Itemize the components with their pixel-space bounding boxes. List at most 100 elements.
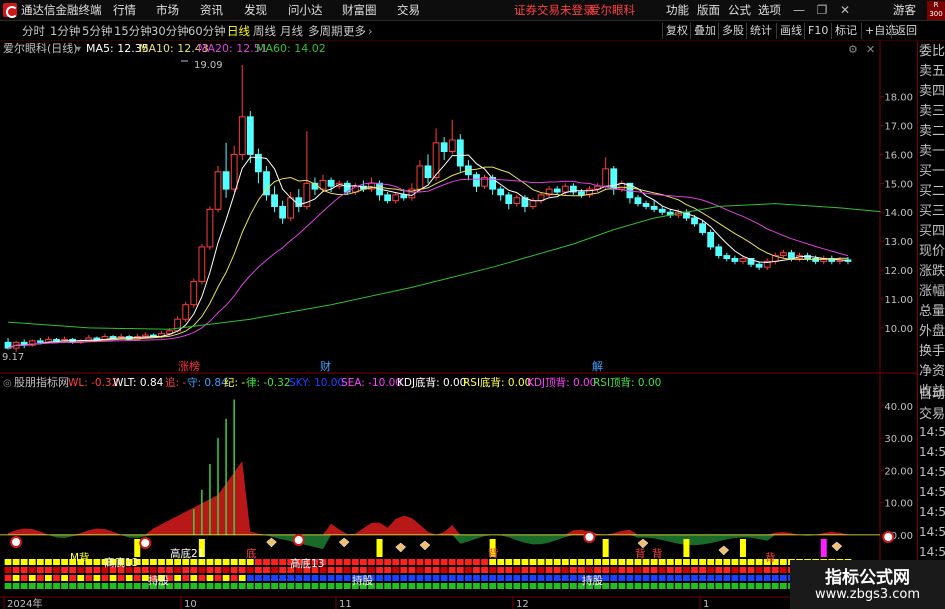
signal-cell — [432, 575, 440, 581]
signal-cell — [20, 583, 28, 589]
buy-plus-icon — [139, 537, 152, 549]
signal-cell — [384, 575, 392, 581]
btn-diejia[interactable]: 叠加 — [690, 23, 719, 39]
signal-cell — [408, 583, 416, 589]
signal-cell — [93, 583, 101, 589]
signal-column — [739, 539, 746, 557]
menu-banmian[interactable]: 版面 — [697, 0, 720, 21]
marker-cai[interactable]: 财 — [320, 359, 331, 373]
period-multi[interactable]: 多周期 — [308, 21, 343, 41]
chevron-down-icon[interactable]: ▾ — [76, 44, 81, 55]
signal-cell — [263, 567, 270, 573]
menu-jiaoyi[interactable]: 交易 — [397, 0, 420, 21]
title-bar: 通达信金融终端 行情 市场 资讯 发现 问小达 财富圈 交易 证券交易未登录 爱… — [0, 0, 945, 21]
marker-zhangbang[interactable]: 涨榜 — [178, 359, 200, 373]
btn-biaoji[interactable]: 标记 — [831, 23, 860, 39]
period-daily[interactable]: 日线 — [227, 21, 250, 41]
btn-back[interactable]: 返回 — [891, 23, 920, 39]
signal-cell — [93, 567, 101, 573]
chevron-right-icon[interactable]: › — [368, 21, 373, 41]
trade-status[interactable]: 证券交易未登录 — [514, 0, 595, 21]
menu-zixun[interactable]: 资讯 — [200, 0, 223, 21]
btn-duogu[interactable]: 多股 — [718, 23, 747, 39]
signal-cell — [400, 583, 408, 589]
candle-body — [424, 165, 432, 179]
period-5min[interactable]: 5分钟 — [82, 21, 112, 41]
signal-cell — [473, 559, 480, 565]
side-field-label: 外盘 — [919, 324, 945, 339]
chart-area[interactable]: 爱尔眼科(日线) ▾ MA5: 12.35 MA10: 12.43 MA20: … — [0, 41, 917, 609]
signal-cell — [190, 583, 198, 589]
period-weekly[interactable]: 周线 — [253, 21, 276, 41]
diamond-icon — [266, 537, 277, 548]
signal-cell — [440, 583, 448, 589]
candle-body — [529, 200, 537, 207]
btn-f10[interactable]: F10 — [804, 23, 831, 39]
user-label[interactable]: 游客 — [893, 0, 916, 21]
signal-cell — [384, 567, 392, 573]
candle-body — [141, 334, 149, 338]
candle-body — [650, 205, 658, 210]
price-tick-label: 12.00 — [884, 266, 913, 277]
signal-cell — [53, 567, 60, 573]
period-1min[interactable]: 1分钟 — [50, 21, 80, 41]
signal-cell — [327, 583, 335, 589]
menu-wenxiaoda[interactable]: 问小达 — [288, 0, 323, 21]
tick-time: 14:56 — [919, 485, 945, 499]
signal-cell — [45, 583, 52, 589]
close-pane-icon[interactable]: ✕ — [866, 43, 875, 56]
signal-cell — [658, 575, 666, 581]
side-field-label: 买一 — [919, 164, 945, 179]
period-60min[interactable]: 60分钟 — [188, 21, 226, 41]
signal-cell — [69, 567, 77, 573]
signal-cell — [384, 559, 392, 565]
settings-gear-icon[interactable]: ⚙ — [848, 43, 858, 56]
btn-huaxian[interactable]: 画线 — [776, 23, 805, 39]
side-tab-label[interactable]: 自动 — [919, 384, 945, 405]
signal-cell — [246, 575, 254, 581]
signal-cell — [731, 559, 739, 565]
signal-cell — [481, 575, 488, 581]
signal-cell — [263, 583, 270, 589]
signal-cell — [715, 575, 723, 581]
menu-hangqing[interactable]: 行情 — [113, 0, 136, 21]
minimize-icon[interactable]: — — [790, 2, 808, 19]
close-icon[interactable]: ✕ — [836, 2, 854, 19]
period-more[interactable]: 更多 — [343, 21, 366, 41]
kline-chart[interactable]: 爱尔眼科(日线) ▾ MA5: 12.35 MA10: 12.43 MA20: … — [0, 41, 917, 609]
indicator-toggle-icon[interactable]: ◎ — [3, 378, 12, 389]
period-monthly[interactable]: 月线 — [280, 21, 303, 41]
signal-cell — [456, 559, 464, 565]
signal-cell — [448, 567, 456, 573]
btn-tongji[interactable]: 统计 — [746, 23, 775, 39]
indicator-tick-label: 20.00 — [884, 466, 913, 477]
indicator-value: 纪: - — [224, 377, 245, 389]
btn-fuquan[interactable]: 复权 — [662, 23, 691, 39]
candle-body — [190, 281, 198, 306]
signal-cell — [553, 575, 561, 581]
side-tab-label[interactable]: 交易 — [919, 404, 945, 425]
menu-xuanxiang[interactable]: 选项 — [758, 0, 781, 21]
marker-jie[interactable]: 解 — [592, 359, 603, 373]
restore-icon[interactable]: ❐ — [813, 2, 831, 19]
menu-shichang[interactable]: 市场 — [156, 0, 179, 21]
menu-caifuquan[interactable]: 财富圈 — [342, 0, 377, 21]
signal-cell — [53, 575, 60, 581]
signal-cell — [650, 575, 658, 581]
period-15min[interactable]: 15分钟 — [114, 21, 152, 41]
menu-gongshi[interactable]: 公式 — [728, 0, 751, 21]
signal-cell — [424, 583, 432, 589]
indicator-value: WLT: 0.84 — [113, 377, 164, 389]
signal-cell — [343, 575, 351, 581]
signal-cell — [359, 567, 367, 573]
period-30min[interactable]: 30分钟 — [151, 21, 189, 41]
signal-cell — [376, 559, 383, 565]
signal-cell — [537, 567, 545, 573]
signal-cell — [69, 575, 77, 581]
period-fenshi[interactable]: 分时 — [22, 21, 45, 41]
side-field-label: 买四 — [919, 224, 945, 239]
candle-body — [779, 252, 787, 257]
signal-cell — [28, 575, 36, 581]
menu-faxian[interactable]: 发现 — [244, 0, 267, 21]
menu-gongneng[interactable]: 功能 — [666, 0, 689, 21]
